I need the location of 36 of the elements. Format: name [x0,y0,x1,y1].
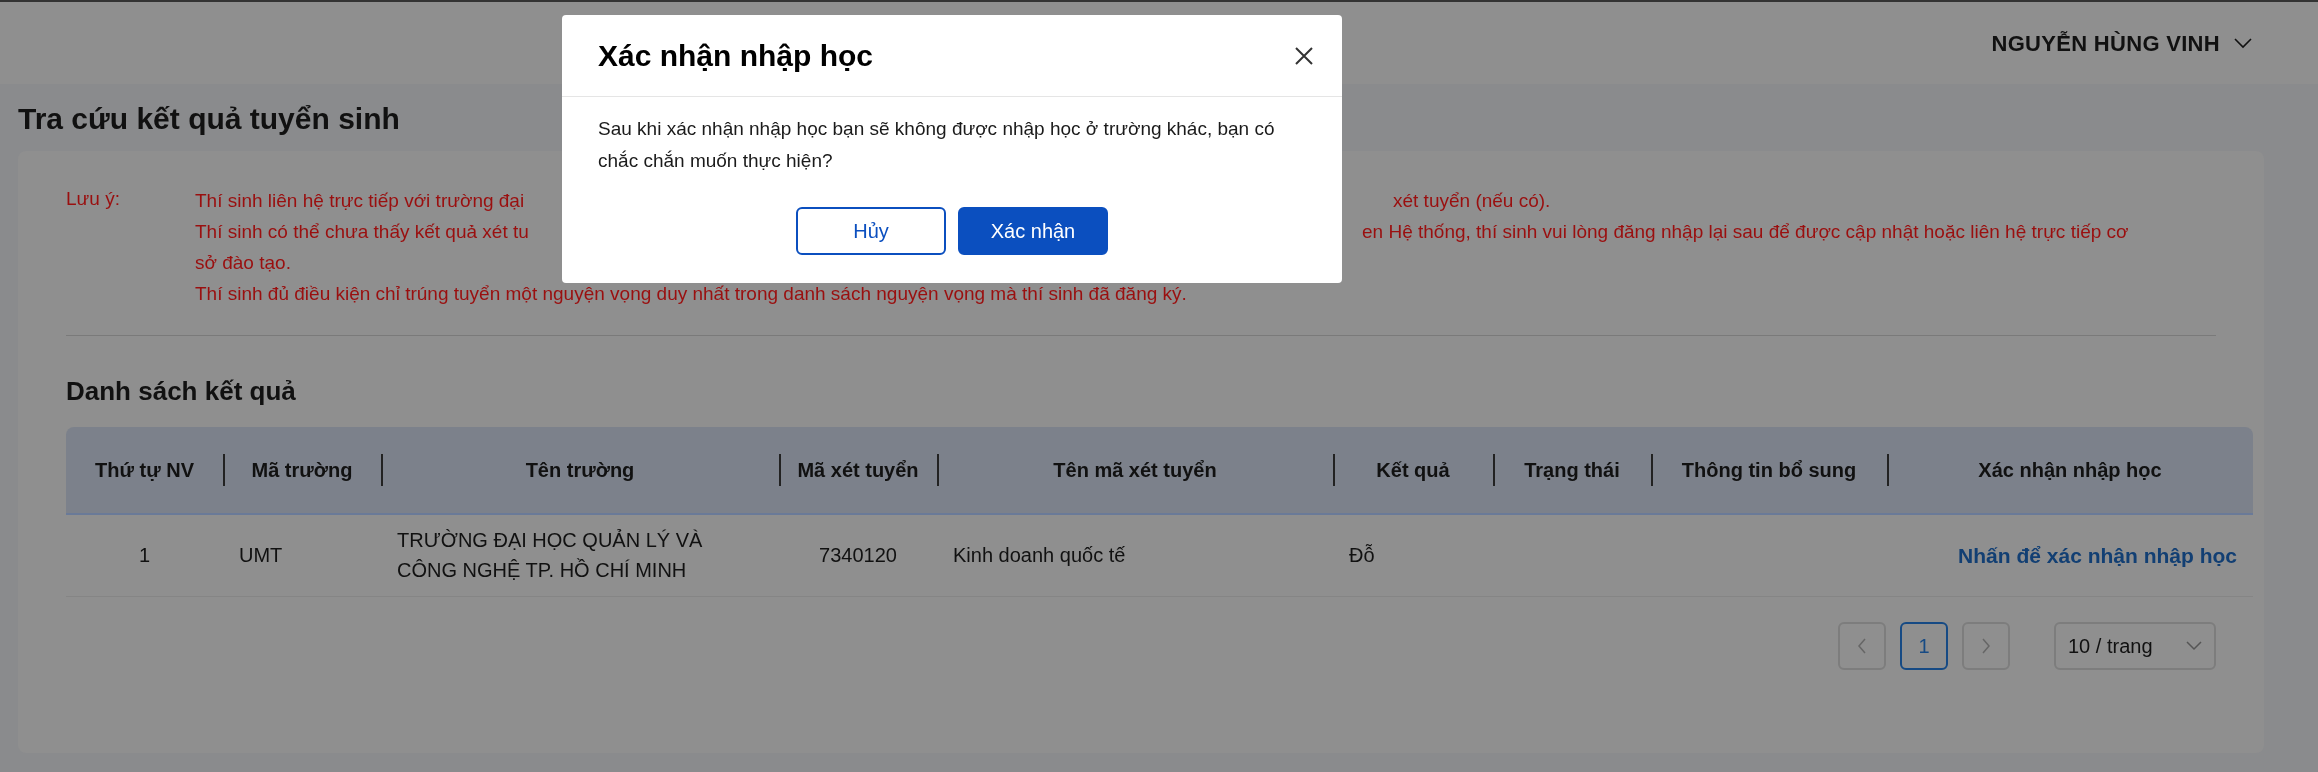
table-cell: 1 [66,514,223,596]
cancel-button[interactable]: Hủy [796,207,946,255]
note-text: Thí sinh có thể chưa thấy kết quả xét tu [195,220,529,244]
section-title: Danh sách kết quả [66,375,297,408]
chevron-down-icon [2186,640,2202,651]
table-cell: 7340120 [779,514,937,596]
table-cell: UMT [223,514,381,596]
chevron-left-icon [1857,637,1867,654]
dialog-title: Xác nhận nhập học [598,38,874,74]
note-label: Lưu ý: [66,187,121,211]
table-cell: Kinh doanh quốc tế [937,514,1333,596]
confirm-enrollment-link[interactable]: Nhấn để xác nhận nhập học [1958,543,2237,567]
confirm-button[interactable]: Xác nhận [958,207,1108,255]
page-size-select[interactable]: 10 / trang [2054,621,2216,670]
note-text: Thí sinh liên hệ trực tiếp với trường đại [195,189,525,213]
column-header: Thông tin bổ sung [1651,427,1887,514]
close-icon[interactable] [1294,45,1314,66]
note-text: sở đào tạo. [195,252,291,273]
note-text: xét tuyển (nếu có). [1393,189,1552,213]
note-text: Thí sinh đủ điều kiện chỉ trúng tuyển một nguyện vọng duy nhất trong danh sách nguyện vọng mà thí sinh đã đăng ký. [195,283,1187,304]
chevron-right-icon [1981,637,1991,654]
page-title: Tra cứu kết quả tuyển sinh [18,101,400,137]
column-header: Thứ tự NV [66,427,223,514]
column-header: Mã xét tuyển [779,427,937,514]
column-header: Tên mã xét tuyển [937,427,1333,514]
chevron-down-icon[interactable] [2234,37,2252,49]
column-header: Tên trường [381,427,779,514]
note-text: en Hệ thống, thí sinh vui lòng đăng nhập lại sau để được cập nhật hoặc liên hệ trực tiếp cơ [1362,220,2129,244]
column-header: Xác nhận nhập học [1887,427,2253,514]
column-header: Kết quả [1333,427,1493,514]
table-cell: Đỗ [1333,514,1493,596]
dialog-message: Sau khi xác nhận nhập học bạn sẽ không được nhập học ở trường khác, bạn có chắc chắn muốn thực hiện? [598,117,1276,173]
table-cell: TRƯỜNG ĐẠI HỌC QUẢN LÝ VÀ CÔNG NGHỆ TP. HỒ CHÍ MINH [381,514,779,596]
user-name[interactable]: NGUYỄN HÙNG VINH [1991,26,2220,60]
column-header: Trạng thái [1493,427,1651,514]
column-header: Mã trường [223,427,381,514]
